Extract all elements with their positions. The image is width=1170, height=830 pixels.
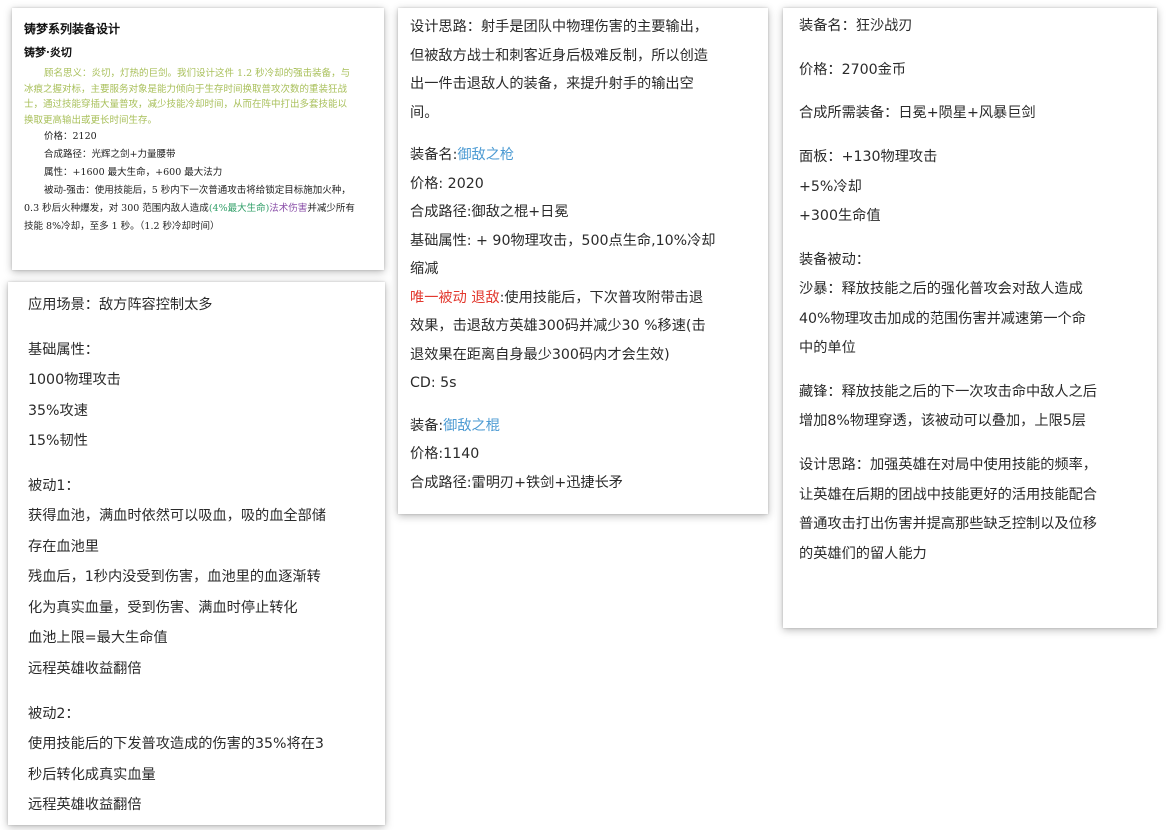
recipe-text: 合成路径：光辉之剑+力量腰带: [44, 149, 176, 160]
passive-label: 唯一被动 退敌: [410, 289, 500, 306]
text-line: 价格：2700金币: [799, 61, 907, 78]
passive-line: 0.3 秒后火种爆发，对 300 范围内敌人造成(4%最大生命)法术伤害并减少所…: [24, 200, 372, 218]
intro-line: 顾名思义：炎切，灯热的巨剑。我们设计这件 1.2 秒冷却的强击装备，与: [44, 68, 351, 79]
design-line: 出一件击退敌人的装备，来提升射手的输出空: [410, 76, 694, 92]
item-subtitle: 铸梦·炎切: [24, 46, 72, 59]
item-link-yudi-staff[interactable]: 御敌之棍: [443, 418, 500, 434]
text-line: 让英雄在后期的团战中技能更好的活用技能配合: [799, 486, 1097, 503]
item-cd: CD: 5s: [410, 375, 457, 392]
design-line: 设计思路：射手是团队中物理伤害的主要输出，: [410, 19, 708, 35]
design-line: 间。: [410, 104, 439, 121]
item-name-line: 装备:御敌之棍: [410, 412, 756, 441]
text-line: 15%韧性: [28, 433, 88, 450]
text-line: 使用技能后的下发普攻造成的伤害的35%将在3: [28, 736, 324, 753]
text-line: +300生命值: [799, 208, 881, 225]
text-line: 残血后，1秒内没受到伤害，血池里的血逐渐转: [28, 569, 321, 586]
stats-text: 属性：+1600 最大生命，+600 最大法力: [44, 167, 223, 178]
text-line: 装备名：狂沙战刃: [799, 18, 913, 34]
text-line: 装备被动：: [799, 251, 870, 268]
passive-text: 0.3 秒后火种爆发，对 300 范围内敌人造成: [24, 203, 209, 214]
passive-line: 技能 8%冷却，至多 1 秒。（1.2 秒冷却时间）: [24, 221, 220, 232]
text-line: 获得血池，满血时依然可以吸血，吸的血全部储: [28, 508, 326, 525]
design-doc-card-blood-pool: 应用场景：敌方阵容控制太多 基础属性： 1000物理攻击 35%攻速 15%韧性…: [8, 282, 385, 825]
text-line: 秒后转化成真实血量: [28, 766, 156, 783]
text-line: 远程英雄收益翻倍: [28, 660, 142, 677]
item-passive-line: 唯一被动 退敌:使用技能后，下次普攻附带击退: [410, 284, 756, 313]
item-stats: 缩减: [410, 261, 439, 278]
design-doc-card-zhumeng: 铸梦系列装备设计 铸梦·炎切 顾名思义：炎切，灯热的巨剑。我们设计这件 1.2 …: [12, 8, 384, 270]
item-price: 价格:1140: [410, 446, 480, 463]
item-passive-line: 效果，击退敌方英雄300码并减少30 %移速(击: [410, 318, 706, 335]
text-line: 增加8%物理穿透，该被动可以叠加，上限5层: [799, 413, 1086, 430]
text-line: 被动1：: [28, 477, 80, 494]
text-line: 面板：+130物理攻击: [799, 149, 938, 166]
text-line: 被动2：: [28, 705, 80, 722]
text-line: 沙暴：释放技能之后的强化普攻会对敌人造成: [799, 281, 1083, 298]
passive-text: 并减少所有: [307, 203, 355, 214]
text-line: 普通攻击打出伤害并提高那些缺乏控制以及位移: [799, 516, 1097, 533]
item-recipe: 合成路径:御敌之棍+日冕: [410, 204, 569, 221]
text-line: +5%冷却: [799, 178, 862, 195]
item-name-prefix: 装备:: [410, 417, 444, 434]
text-line: 基础属性：: [28, 341, 99, 358]
intro-paragraph: 顾名思义：炎切，灯热的巨剑。我们设计这件 1.2 秒冷却的强击装备，与 冰痕之握…: [24, 66, 372, 128]
design-doc-card-kuangsha: 装备名：狂沙战刃 价格：2700金币 合成所需装备：日冕+陨星+风暴巨剑 面板：…: [783, 8, 1157, 628]
passive-highlight-purple: 法术伤害: [269, 203, 308, 214]
text-line: 化为真实血量，受到伤害、满血时停止转化: [28, 599, 298, 616]
passive-line: 被动-强击：使用技能后，5 秒内下一次普通攻击将给锁定目标施加火种，: [44, 185, 351, 196]
text-line: 合成所需装备：日冕+陨星+风暴巨剑: [799, 105, 1036, 122]
text-line: 1000物理攻击: [28, 372, 121, 389]
text-line: 存在血池里: [28, 538, 99, 555]
item-passive-line: 退效果在距离自身最少300码内才会生效): [410, 346, 670, 363]
passive-highlight-green: (4%最大生命): [208, 203, 270, 214]
intro-line: 士，通过技能穿插大量普攻，减少技能冷却时间，从而在阵中打出多套技能以: [24, 99, 348, 110]
text-line: 远程英雄收益翻倍: [28, 797, 142, 814]
doc-title: 铸梦系列装备设计: [24, 22, 121, 36]
item-name-line: 装备名:御敌之枪: [410, 141, 756, 170]
design-doc-card-yudi: 设计思路：射手是团队中物理伤害的主要输出， 但被敌方战士和刺客近身后极难反制，所…: [398, 8, 768, 514]
text-line: 血池上限=最大生命值: [28, 630, 168, 647]
item-link-yudi-spear[interactable]: 御敌之枪: [457, 147, 514, 163]
item-name-prefix: 装备名:: [410, 147, 458, 164]
item-stats: 基础属性: + 90物理攻击，500点生命,10%冷却: [410, 232, 716, 249]
design-line: 但被敌方战士和刺客近身后极难反制，所以创造: [410, 47, 708, 64]
intro-line: 换取更高输出或更长时间生存。: [24, 114, 158, 126]
text-line: 的英雄们的留人能力: [799, 545, 927, 562]
text-line: 应用场景：敌方阵容控制太多: [28, 297, 213, 313]
text-line: 藏锋：释放技能之后的下一次攻击命中敌人之后: [799, 383, 1097, 400]
intro-line: 冰痕之握对标，主要服务对象是能力倾向于生存时间换取普攻次数的重装狂战: [24, 83, 348, 95]
passive-text: :使用技能后，下次普攻附带击退: [499, 289, 704, 306]
text-line: 40%物理攻击加成的范围伤害并减速第一个命: [799, 310, 1086, 327]
item-price: 价格: 2020: [410, 175, 484, 192]
text-line: 中的单位: [799, 340, 856, 357]
text-line: 设计思路：加强英雄在对局中使用技能的频率，: [799, 457, 1097, 474]
price-text: 价格：2120: [44, 131, 97, 142]
text-line: 35%攻速: [28, 402, 88, 419]
item-recipe: 合成路径:雷明刃+铁剑+迅捷长矛: [410, 474, 623, 491]
